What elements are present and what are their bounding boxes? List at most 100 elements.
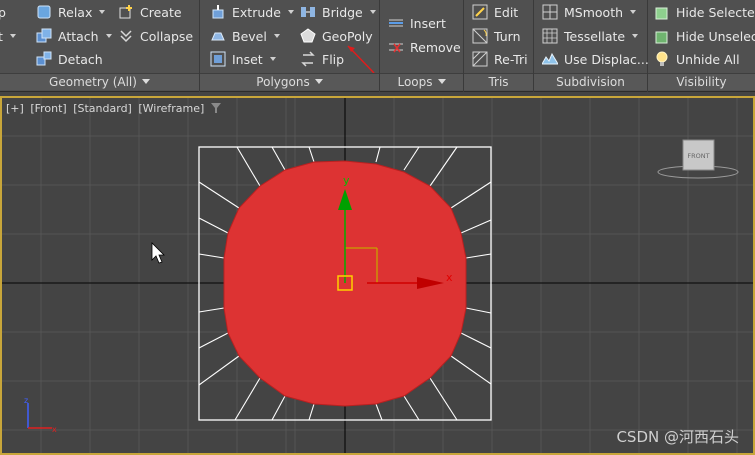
viewport-menu-plus[interactable]: [+]: [6, 102, 24, 115]
tripod-z-label: z: [24, 396, 28, 405]
viewport-label-bar: [+] [Front] [Standard] [Wireframe]: [6, 102, 221, 115]
polygons-panel: Extrude Bevel Inset Bridge GeoPoly Flip: [200, 0, 380, 92]
flip-button[interactable]: Flip: [300, 48, 344, 70]
remove-loop-icon: [388, 39, 404, 55]
relax-icon: [36, 4, 52, 20]
gizmo-x-label: x: [446, 271, 453, 284]
collapse-button[interactable]: Collapse: [118, 25, 193, 47]
unhide-all-label: Unhide All: [676, 51, 740, 67]
collapse-icon: [118, 28, 134, 44]
watermark: CSDN @河西石头: [616, 428, 739, 446]
insert-loop-icon: [388, 15, 404, 31]
geopoly-icon: [300, 28, 316, 44]
msmooth-label: MSmooth: [564, 4, 624, 20]
tris-panel-title[interactable]: Tris: [464, 73, 533, 90]
partial-button-mid[interactable]: t: [0, 25, 16, 47]
lightbulb-icon: [654, 51, 670, 67]
chevron-down-icon: [269, 57, 276, 61]
detach-icon: [36, 51, 52, 67]
bevel-label: Bevel: [232, 28, 267, 44]
geometry-panel: p t Relax Attach Detach Create Collapse: [0, 0, 200, 92]
chevron-down-icon: [630, 10, 637, 14]
attach-label: Attach: [58, 28, 99, 44]
loops-panel: Insert Remove Loops: [380, 0, 464, 92]
mouse-cursor-icon: [151, 242, 165, 264]
subdivision-panel-title[interactable]: Subdivision: [534, 73, 647, 90]
tessellate-label: Tessellate: [564, 28, 626, 44]
bridge-icon: [300, 4, 316, 20]
partial-button-mid-label: t: [0, 28, 3, 44]
hide-unselected-button[interactable]: Hide Unselect: [654, 25, 755, 47]
polygons-panel-title[interactable]: Polygons: [200, 73, 379, 90]
turn-icon: [472, 28, 488, 44]
tessellate-button[interactable]: Tessellate: [542, 25, 639, 47]
viewcube-front-label: FRONT: [687, 152, 709, 160]
use-displacement-label: Use Displac...: [564, 51, 649, 67]
extrude-button[interactable]: Extrude: [210, 1, 294, 23]
bevel-icon: [210, 28, 226, 44]
viewport-shading[interactable]: [Wireframe]: [138, 102, 204, 115]
chevron-down-icon: [287, 10, 294, 14]
unhide-all-button[interactable]: Unhide All: [654, 48, 740, 70]
gizmo-y-label: y: [343, 174, 350, 187]
displacement-icon: [542, 51, 558, 67]
retri-label: Re-Tri: [494, 51, 528, 67]
attach-icon: [36, 28, 52, 44]
inset-label: Inset: [232, 51, 263, 67]
chevron-down-icon: [273, 34, 280, 38]
edit-tris-label: Edit: [494, 4, 519, 20]
viewcube[interactable]: FRONT: [657, 139, 739, 179]
chevron-down-icon: [105, 34, 112, 38]
create-button[interactable]: Create: [118, 1, 182, 23]
extrude-icon: [210, 4, 226, 20]
msmooth-button[interactable]: MSmooth: [542, 1, 637, 23]
relax-button[interactable]: Relax: [36, 1, 106, 23]
front-viewport[interactable]: y x FRONT z x [+] [Front] [Standard] [Wi…: [0, 96, 755, 455]
geometry-panel-title[interactable]: Geometry (All): [0, 73, 199, 90]
inset-icon: [210, 51, 226, 67]
turn-button[interactable]: Turn: [472, 25, 521, 47]
attach-button[interactable]: Attach: [36, 25, 112, 47]
filter-icon[interactable]: [210, 103, 221, 113]
hide-unselected-icon: [654, 28, 670, 44]
hide-selected-icon: [654, 4, 670, 20]
partial-button-top-label: p: [0, 4, 6, 20]
tripod-x-label: x: [52, 425, 57, 434]
viewport-point-of-view[interactable]: [Front]: [30, 102, 66, 115]
inset-button[interactable]: Inset: [210, 48, 276, 70]
edit-tris-button[interactable]: Edit: [472, 1, 518, 23]
remove-loop-button[interactable]: Remove: [388, 36, 461, 58]
hide-selected-button[interactable]: Hide Selected: [654, 1, 755, 23]
collapse-label: Collapse: [140, 28, 194, 44]
remove-loop-label: Remove: [410, 39, 461, 55]
bridge-button[interactable]: Bridge: [300, 1, 376, 23]
create-icon: [118, 4, 134, 20]
chevron-down-icon: [437, 79, 446, 84]
viewport-scene[interactable]: y x FRONT z x: [2, 98, 753, 453]
insert-loop-label: Insert: [410, 15, 446, 31]
visibility-panel: Hide Selected Hide Unselect Unhide All V…: [648, 0, 755, 92]
loops-panel-title-label: Loops: [397, 75, 433, 89]
visibility-panel-title[interactable]: Visibility: [648, 73, 755, 90]
use-displacement-button[interactable]: Use Displac...: [542, 48, 649, 70]
retri-icon: [472, 51, 488, 67]
chevron-down-icon: [9, 34, 16, 38]
loops-panel-title[interactable]: Loops: [380, 73, 463, 90]
insert-loop-button[interactable]: Insert: [388, 12, 446, 34]
detach-button[interactable]: Detach: [36, 48, 103, 70]
visibility-panel-title-label: Visibility: [676, 75, 727, 89]
subdivision-panel: MSmooth Tessellate Use Displac... Subdiv…: [534, 0, 649, 92]
retri-button[interactable]: Re-Tri: [472, 48, 528, 70]
detach-label: Detach: [58, 51, 103, 67]
partial-button-top[interactable]: p: [0, 1, 6, 23]
tris-panel-title-label: Tris: [488, 75, 509, 89]
subdivision-panel-title-label: Subdivision: [556, 75, 625, 89]
hide-unselected-label: Hide Unselect: [676, 28, 755, 44]
extrude-label: Extrude: [232, 4, 281, 20]
chevron-down-icon: [141, 79, 150, 84]
bevel-button[interactable]: Bevel: [210, 25, 280, 47]
hide-selected-label: Hide Selected: [676, 4, 755, 20]
viewport-standard[interactable]: [Standard]: [73, 102, 132, 115]
flip-icon: [300, 51, 316, 67]
create-label: Create: [140, 4, 182, 20]
